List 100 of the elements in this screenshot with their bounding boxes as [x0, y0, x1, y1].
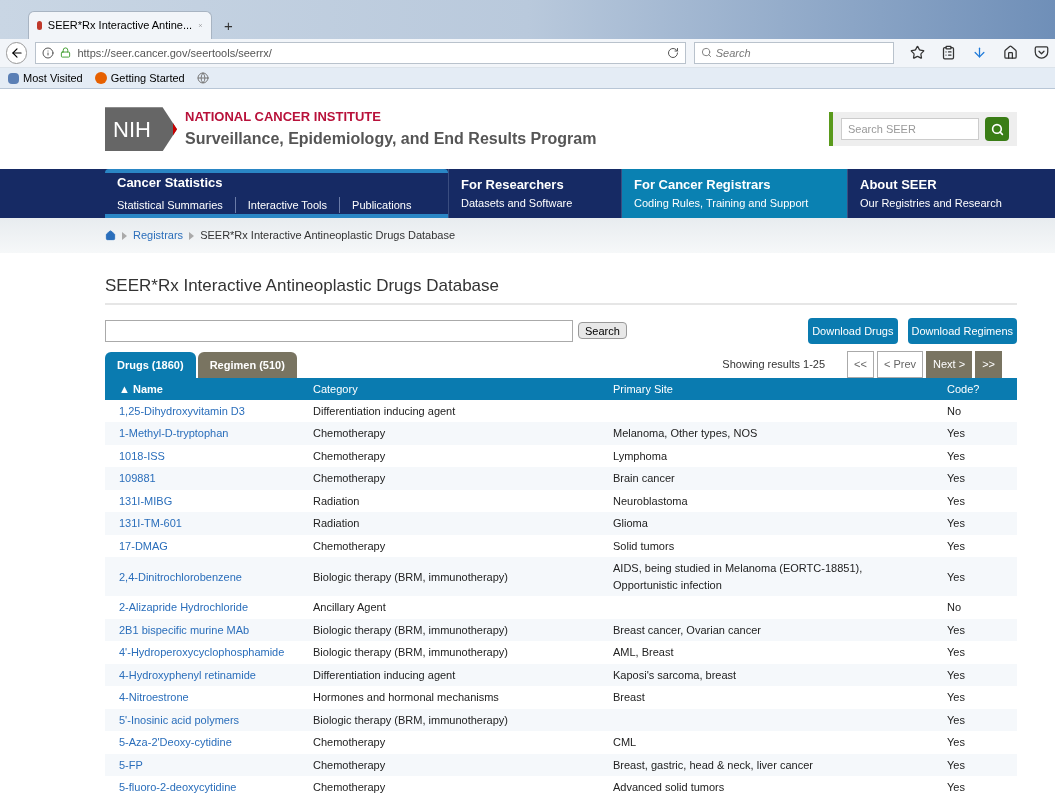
url-text: https://seer.cancer.gov/seertools/seerrx/ — [77, 45, 273, 61]
table-cell-text: Breast cancer, Ovarian cancer — [613, 623, 762, 638]
table-cell-text: No — [947, 404, 963, 419]
drug-link[interactable]: 5-fluoro-2-deoxycytidine — [119, 779, 313, 796]
drug-link[interactable]: 5'-Inosinic acid polymers — [119, 712, 313, 729]
drug-link[interactable]: 4-Nitroestrone — [119, 689, 313, 706]
table-tab[interactable]: Regimen (510) — [197, 352, 297, 378]
bookmarks-list-icon[interactable] — [941, 45, 956, 61]
table-cell-text: Advanced solid tumors — [613, 780, 726, 796]
table-cell-text: Biologic therapy (BRM, immunotherapy) — [313, 645, 510, 661]
back-icon[interactable] — [6, 41, 28, 64]
results-count: Showing results 1-25 — [722, 357, 826, 373]
table-cell-text: Yes — [947, 758, 966, 773]
table-cell-text: Chemotherapy — [313, 735, 387, 751]
nav-subtitle: Coding Rules, Training and Support — [634, 195, 810, 211]
table-cell-text: Chemotherapy — [313, 780, 387, 796]
nav-item[interactable]: About SEER Our Registries and Research — [847, 169, 1020, 218]
drug-link[interactable]: 2,4-Dinitrochlorobenzene — [119, 568, 313, 586]
table-cell-text: Radiation — [313, 494, 361, 509]
bookmark-star-icon[interactable] — [910, 45, 925, 61]
drug-link[interactable]: 131I-MIBG — [119, 493, 313, 510]
institute-name: NATIONAL CANCER INSTITUTE — [185, 108, 382, 127]
table-cell-text: Lymphoma — [613, 449, 668, 464]
table-cell-text: Yes — [947, 569, 966, 585]
table-cell-text: Breast — [613, 690, 646, 706]
nav-title: For Researchers — [461, 176, 565, 195]
table-cell-text: Brain cancer — [613, 471, 676, 487]
info-icon — [42, 46, 55, 59]
program-name: Surveillance, Epidemiology, and End Results Program — [185, 128, 597, 149]
nav-title: About SEER — [860, 176, 938, 195]
download-button[interactable]: Download Drugs — [808, 318, 898, 344]
column-header[interactable]: ▲ Name — [119, 380, 313, 398]
table-cell-text: Differentiation inducing agent — [313, 404, 457, 419]
table-cell-text: Yes — [947, 645, 966, 661]
tab-title: SEER*Rx Interactive Antine... — [47, 18, 193, 34]
drug-link[interactable]: 5-Aza-2'Deoxy-cytidine — [119, 734, 313, 751]
nav-sublink[interactable]: Interactive Tools — [234, 196, 328, 214]
search-icon — [700, 47, 712, 59]
new-tab-button[interactable]: + — [216, 12, 241, 39]
search-button[interactable] — [985, 117, 1009, 142]
table-cell-text: Biologic therapy (BRM, immunotherapy) — [313, 569, 510, 585]
table-cell-text: Ancillary Agent — [313, 600, 387, 616]
drug-link[interactable]: 1-Methyl-D-tryptophan — [119, 425, 313, 442]
drug-link[interactable]: 131I-TM-601 — [119, 515, 313, 532]
table-cell-text: Radiation — [313, 516, 361, 532]
drug-link[interactable]: 109881 — [119, 470, 313, 487]
drug-link[interactable]: 1018-ISS — [119, 448, 313, 465]
download-button[interactable]: Download Regimens — [907, 318, 1017, 344]
drug-link[interactable]: 2-Alizapride Hydrochloride — [119, 599, 313, 616]
table-cell-text: Yes — [947, 449, 966, 464]
drug-link[interactable]: 2B1 bispecific murine MAb — [119, 622, 313, 639]
bookmark-link[interactable]: Getting Started — [110, 69, 185, 87]
table-cell-text: Breast, gastric, head & neck, liver cancer — [613, 758, 814, 773]
bookmark-icon — [8, 72, 19, 84]
table-cell-text: Biologic therapy (BRM, immunotherapy) — [313, 623, 510, 638]
bookmark-link[interactable]: Most Visited — [23, 69, 83, 87]
table-cell-text: Yes — [947, 735, 966, 751]
drug-link[interactable]: 5-FP — [119, 757, 313, 774]
table-cell-text: Yes — [947, 690, 966, 706]
table-cell-text: Kaposi's sarcoma, breast — [613, 668, 738, 683]
reload-icon[interactable] — [666, 46, 679, 59]
table-cell-text: Yes — [947, 780, 966, 796]
table-cell-text: Yes — [947, 623, 966, 638]
pager-button[interactable]: >> — [975, 351, 1002, 378]
drug-link[interactable]: 4-Hydroxyphenyl retinamide — [119, 667, 313, 684]
table-cell-text: Hormones and hormonal mechanisms — [313, 690, 500, 706]
search-icon — [990, 122, 1004, 136]
table-cell-text: Biologic therapy (BRM, immunotherapy) — [313, 713, 510, 728]
table-tab[interactable]: Drugs (1860) — [105, 352, 196, 378]
pager-button[interactable]: Next > — [926, 351, 973, 378]
separator-icon — [189, 231, 195, 240]
favicon-icon — [37, 20, 42, 30]
drug-link[interactable]: 1,25-Dihydroxyvitamin D3 — [119, 403, 313, 420]
breadcrumb-link[interactable]: Registrars — [133, 227, 184, 244]
drug-link[interactable]: 17-DMAG — [119, 538, 313, 555]
drug-search-field[interactable] — [105, 320, 573, 342]
table-cell-text: Chemotherapy — [313, 758, 387, 773]
table-cell-text: CML — [613, 735, 638, 751]
site-search-field[interactable]: Search SEER — [841, 118, 979, 141]
home-icon[interactable] — [1003, 45, 1018, 61]
url-bar[interactable]: https://seer.cancer.gov/seertools/seerrx/ — [35, 41, 686, 64]
browser-search-field[interactable]: Search — [693, 41, 894, 64]
table-cell-text: Yes — [947, 713, 966, 728]
table-cell-text: Melanoma, Other types, NOS — [613, 426, 759, 442]
download-icon[interactable] — [972, 45, 987, 61]
table-cell-text: Yes — [947, 668, 966, 683]
nav-item[interactable]: For Cancer Registrars Coding Rules, Training and Support — [621, 169, 847, 218]
nav-sublink[interactable]: Publications — [339, 196, 412, 214]
nih-logo: NIH — [105, 107, 177, 152]
browser-tab[interactable]: SEER*Rx Interactive Antine... — [28, 10, 212, 39]
column-header: Category — [313, 381, 359, 397]
table-cell-text: Solid tumors — [613, 539, 676, 554]
pocket-icon[interactable] — [1034, 45, 1049, 61]
drug-link[interactable]: 4'-Hydroperoxycyclophosphamide — [119, 644, 313, 661]
table-cell-text: AML, Breast — [613, 645, 675, 661]
nav-sublink[interactable]: Statistical Summaries — [117, 196, 223, 214]
globe-icon — [196, 72, 209, 85]
table-cell-text: Chemotherapy — [313, 539, 387, 554]
table-cell-text: Yes — [947, 539, 966, 554]
search-button[interactable]: Search — [578, 322, 627, 340]
